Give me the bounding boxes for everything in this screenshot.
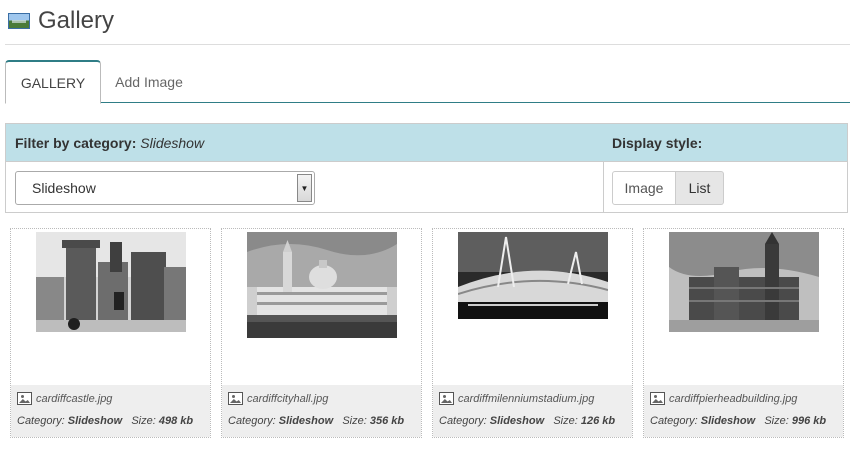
image-card[interactable]: cardiffcityhall.jpg Category: Slideshow … (221, 228, 422, 438)
tab-add-image[interactable]: Add Image (101, 60, 197, 103)
image-thumbnail[interactable] (669, 232, 819, 332)
image-filename[interactable]: cardiffcityhall.jpg (247, 393, 328, 405)
image-card[interactable]: cardiffmilenniumstadium.jpg Category: Sl… (432, 228, 633, 438)
gallery-image-icon (8, 13, 30, 29)
chevron-down-icon[interactable]: ▼ (297, 174, 312, 202)
image-file-icon (228, 392, 243, 405)
filter-header: Filter by category: Slideshow Display st… (6, 124, 847, 162)
image-file-icon (650, 392, 665, 405)
image-category: Slideshow (278, 415, 334, 427)
category-select-value: Slideshow (32, 180, 96, 196)
image-size: 498 kb (158, 415, 194, 427)
page-header: Gallery (8, 6, 114, 36)
image-category: Slideshow (489, 415, 545, 427)
filter-current-category: Slideshow (140, 135, 205, 151)
image-card[interactable]: cardiffcastle.jpg Category: Slideshow Si… (10, 228, 211, 438)
display-style-label: Display style: (612, 135, 703, 151)
filter-divider (603, 162, 604, 212)
image-thumbnail[interactable] (36, 232, 186, 332)
image-card[interactable]: cardiffpierheadbuilding.jpg Category: Sl… (643, 228, 844, 438)
image-size: 996 kb (791, 415, 827, 427)
image-meta: Category: Slideshow Size: 498 kb (17, 415, 194, 427)
image-file-icon (439, 392, 454, 405)
image-meta: Category: Slideshow Size: 996 kb (650, 415, 827, 427)
image-filename[interactable]: cardiffcastle.jpg (36, 393, 112, 405)
filter-label: Filter by category: Slideshow (15, 135, 205, 151)
image-meta: Category: Slideshow Size: 356 kb (228, 415, 405, 427)
filter-panel: Filter by category: Slideshow Display st… (5, 123, 848, 213)
tab-gallery[interactable]: GALLERY (5, 60, 101, 104)
image-category: Slideshow (67, 415, 123, 427)
page-title: Gallery (38, 7, 115, 34)
tab-bar: GALLERY Add Image (5, 60, 850, 104)
image-info: cardiffcastle.jpg Category: Slideshow Si… (11, 385, 210, 437)
image-filename[interactable]: cardiffmilenniumstadium.jpg (458, 393, 594, 405)
display-style-toggle: Image List (612, 171, 724, 205)
image-category: Slideshow (700, 415, 756, 427)
image-meta: Category: Slideshow Size: 126 kb (439, 415, 616, 427)
image-info: cardiffpierheadbuilding.jpg Category: Sl… (644, 385, 843, 437)
category-select[interactable]: Slideshow ▼ (15, 171, 315, 205)
image-size: 356 kb (369, 415, 405, 427)
header-divider (5, 44, 850, 45)
display-list-button[interactable]: List (676, 171, 724, 205)
display-image-button[interactable]: Image (612, 171, 676, 205)
image-info: cardiffmilenniumstadium.jpg Category: Sl… (433, 385, 632, 437)
image-size: 126 kb (580, 415, 616, 427)
image-thumbnail[interactable] (458, 232, 608, 319)
image-thumbnail[interactable] (247, 232, 397, 338)
image-file-icon (17, 392, 32, 405)
image-filename[interactable]: cardiffpierheadbuilding.jpg (669, 393, 797, 405)
image-info: cardiffcityhall.jpg Category: Slideshow … (222, 385, 421, 437)
